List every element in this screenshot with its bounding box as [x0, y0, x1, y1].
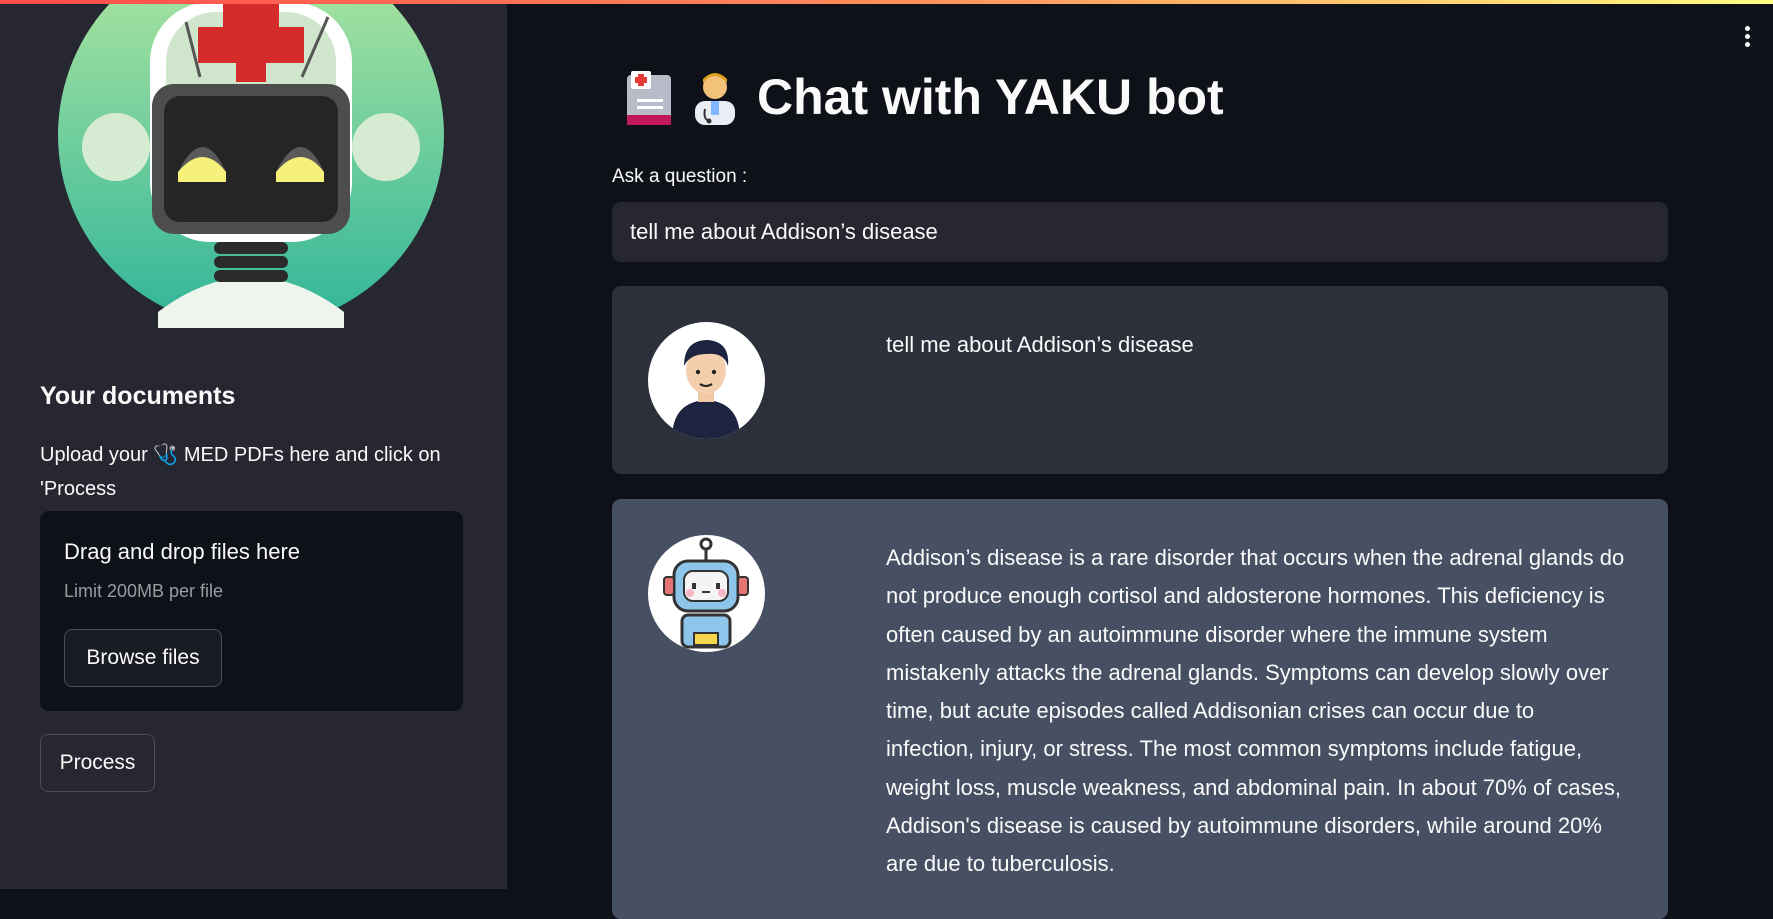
hospital-icon — [627, 71, 671, 125]
page-title-text: Chat with YAKU bot — [757, 69, 1224, 125]
file-uploader-dropzone[interactable]: Drag and drop files here Limit 200MB per… — [40, 511, 463, 711]
main-content: Chat with YAKU bot Ask a question : tell… — [507, 0, 1773, 919]
question-input[interactable] — [612, 202, 1668, 262]
question-label: Ask a question : — [612, 166, 748, 187]
health-worker-icon — [695, 73, 735, 125]
process-button[interactable]: Process — [40, 734, 155, 792]
robot-avatar-icon — [648, 535, 765, 652]
sidebar: Your documents Upload your 🩺 MED PDFs he… — [0, 0, 507, 889]
user-avatar-icon — [648, 322, 765, 439]
bot-message-text: Addison’s disease is a rare disorder tha… — [886, 545, 1625, 877]
dropzone-title: Drag and drop files here — [64, 539, 301, 564]
top-decoration-bar — [0, 0, 1773, 4]
main-menu-icon[interactable] — [1745, 26, 1751, 48]
page-title: Chat with YAKU bot — [625, 68, 1224, 126]
sidebar-description: Upload your 🩺 MED PDFs here and click on… — [40, 438, 460, 506]
sidebar-heading: Your documents — [40, 382, 236, 410]
robot-logo-illustration — [58, 0, 444, 328]
user-message-text: tell me about Addison’s disease — [886, 332, 1194, 357]
browse-files-button[interactable]: Browse files — [64, 629, 222, 687]
description-prefix: Upload your — [40, 444, 154, 466]
stethoscope-icon: 🩺 — [153, 444, 179, 466]
bot-message: Addison’s disease is a rare disorder tha… — [612, 499, 1668, 919]
user-message: tell me about Addison’s disease — [612, 286, 1668, 474]
dropzone-limit: Limit 200MB per file — [64, 581, 224, 601]
